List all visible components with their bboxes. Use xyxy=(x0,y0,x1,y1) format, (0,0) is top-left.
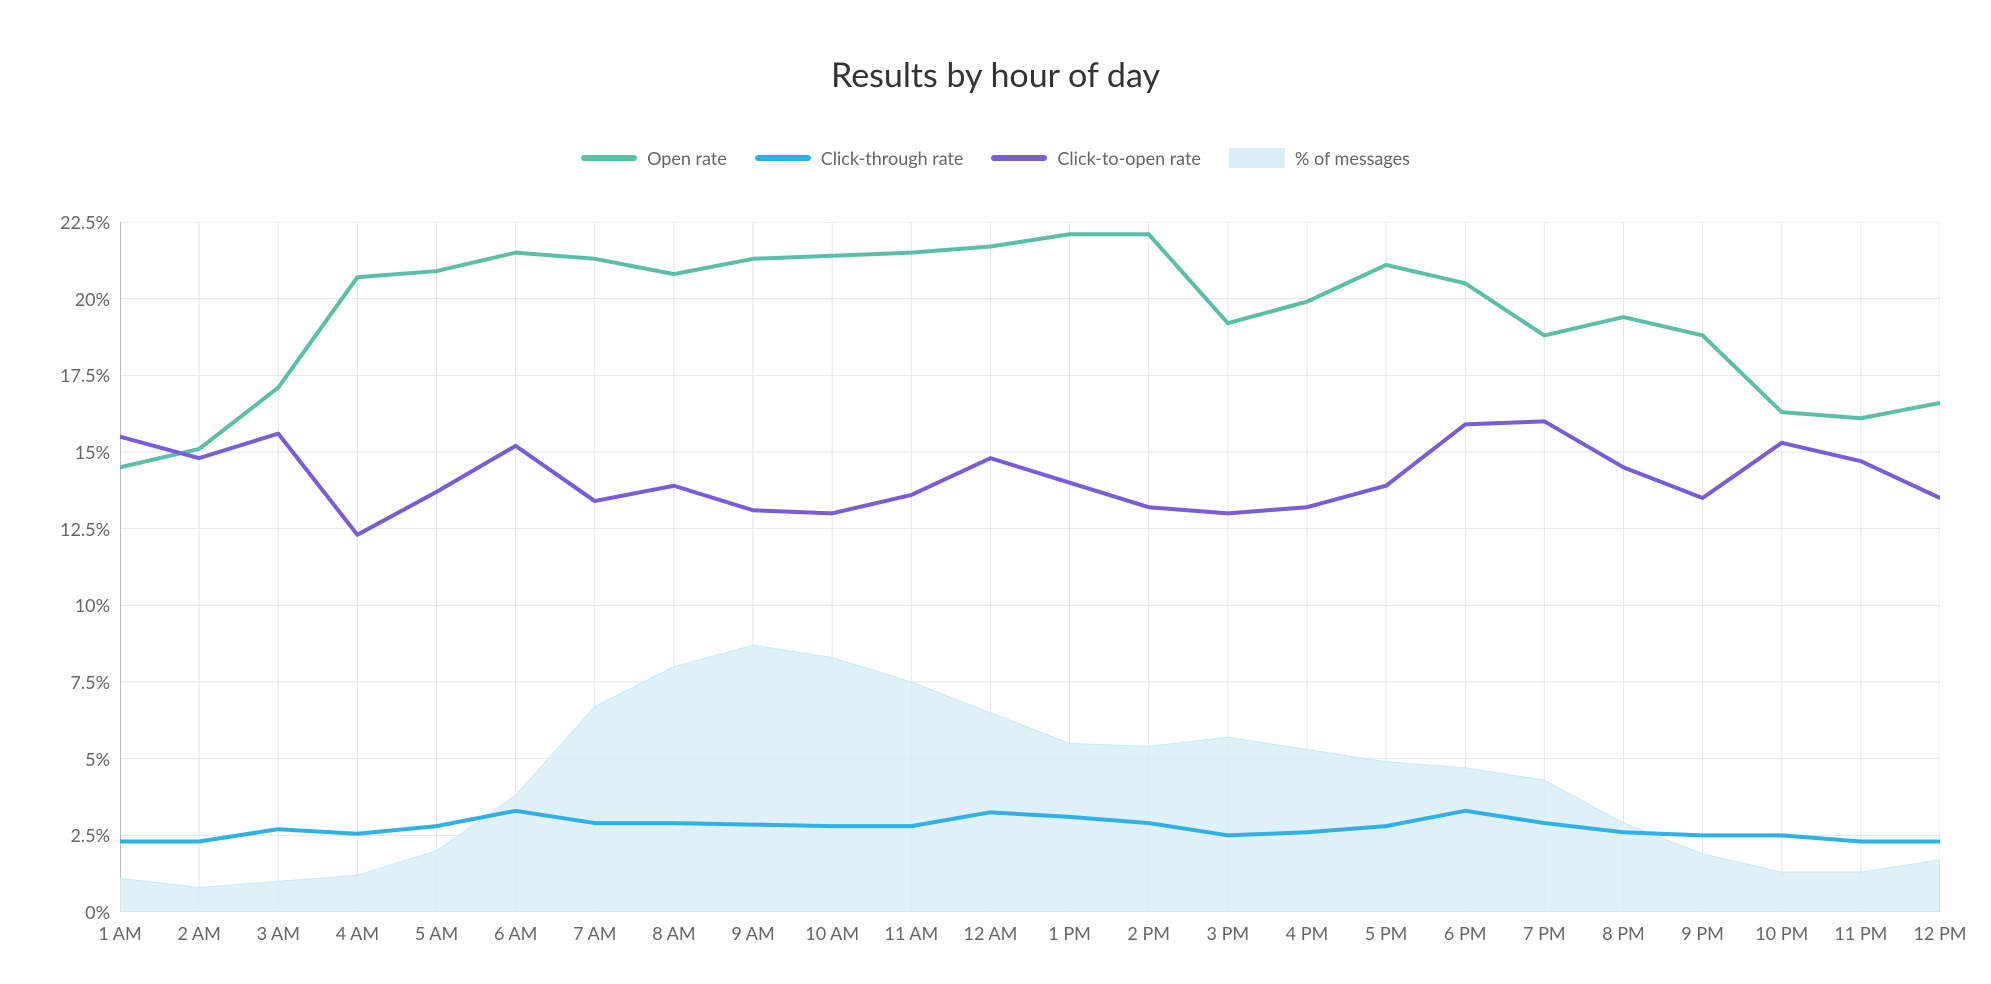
x-tick-label: 10 AM xyxy=(805,922,859,944)
legend-item-pct-messages[interactable]: % of messages xyxy=(1229,147,1410,169)
x-tick-label: 9 AM xyxy=(731,922,774,944)
x-tick-label: 1 AM xyxy=(98,922,141,944)
x-tick-label: 8 PM xyxy=(1602,922,1645,944)
plot-area: 0%2.5%5%7.5%10%12.5%15%17.5%20%22.5%1 AM… xyxy=(120,222,1940,912)
legend-label-open-rate: Open rate xyxy=(647,147,727,169)
x-tick-label: 7 AM xyxy=(573,922,616,944)
x-tick-label: 1 PM xyxy=(1048,922,1091,944)
y-tick-label: 22.5% xyxy=(30,211,110,233)
legend: Open rate Click-through rate Click-to-op… xyxy=(0,147,1991,169)
legend-label-cto: Click-to-open rate xyxy=(1057,147,1201,169)
legend-swatch-ctr xyxy=(755,155,811,161)
x-tick-label: 10 PM xyxy=(1755,922,1808,944)
chart-container: Results by hour of day Open rate Click-t… xyxy=(0,0,1991,984)
x-tick-label: 6 AM xyxy=(494,922,537,944)
y-tick-label: 7.5% xyxy=(30,671,110,693)
legend-swatch-pct-messages xyxy=(1229,148,1285,168)
x-tick-label: 3 PM xyxy=(1207,922,1250,944)
x-tick-label: 2 PM xyxy=(1127,922,1170,944)
x-tick-label: 5 AM xyxy=(415,922,458,944)
chart-svg xyxy=(120,222,1940,912)
x-tick-label: 12 PM xyxy=(1913,922,1966,944)
x-tick-label: 11 PM xyxy=(1834,922,1887,944)
x-tick-label: 12 AM xyxy=(964,922,1018,944)
x-tick-label: 9 PM xyxy=(1681,922,1724,944)
x-tick-label: 2 AM xyxy=(177,922,220,944)
legend-item-cto[interactable]: Click-to-open rate xyxy=(991,147,1201,169)
x-tick-label: 4 PM xyxy=(1286,922,1329,944)
legend-label-pct-messages: % of messages xyxy=(1295,147,1410,169)
legend-item-ctr[interactable]: Click-through rate xyxy=(755,147,964,169)
x-tick-label: 5 PM xyxy=(1365,922,1408,944)
legend-swatch-cto xyxy=(991,155,1047,161)
chart-title: Results by hour of day xyxy=(0,0,1991,95)
y-tick-label: 20% xyxy=(30,288,110,310)
x-tick-label: 6 PM xyxy=(1444,922,1487,944)
x-tick-label: 4 AM xyxy=(336,922,379,944)
legend-item-open-rate[interactable]: Open rate xyxy=(581,147,727,169)
x-tick-label: 3 AM xyxy=(257,922,300,944)
x-tick-label: 11 AM xyxy=(884,922,938,944)
y-tick-label: 10% xyxy=(30,594,110,616)
y-tick-label: 15% xyxy=(30,441,110,463)
y-tick-label: 17.5% xyxy=(30,364,110,386)
x-tick-label: 8 AM xyxy=(652,922,695,944)
y-tick-label: 2.5% xyxy=(30,824,110,846)
x-tick-label: 7 PM xyxy=(1523,922,1566,944)
legend-swatch-open-rate xyxy=(581,155,637,161)
y-tick-label: 12.5% xyxy=(30,518,110,540)
legend-label-ctr: Click-through rate xyxy=(821,147,964,169)
y-tick-label: 0% xyxy=(30,901,110,923)
y-tick-label: 5% xyxy=(30,748,110,770)
